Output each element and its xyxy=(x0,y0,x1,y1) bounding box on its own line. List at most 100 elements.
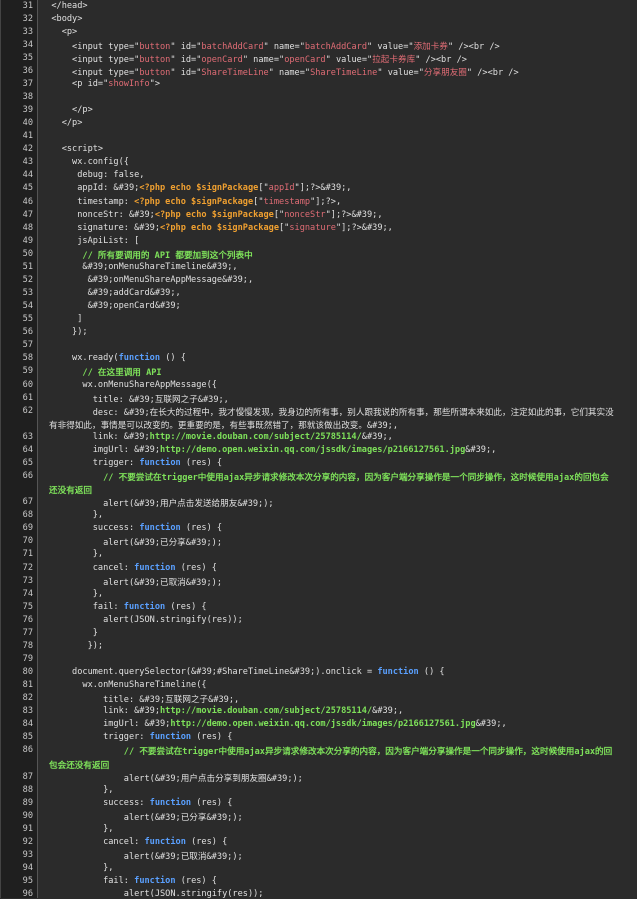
line-code: debug: false, xyxy=(41,170,145,181)
line-code: }, xyxy=(41,823,114,834)
line-code: &#39;onMenuShareTimeline&#39;, xyxy=(41,261,238,272)
line-code: 还没有返回 xyxy=(49,486,92,497)
line-number: 32 xyxy=(22,13,33,24)
line-code: // 所有要调用的 API 都要加到这个列表中 xyxy=(82,250,253,261)
line-number: 61 xyxy=(22,392,33,403)
line-number: 68 xyxy=(22,510,33,521)
line-number: 64 xyxy=(22,444,33,455)
line-number: 80 xyxy=(22,667,33,678)
line-code: &#39;openCard&#39; xyxy=(41,301,181,312)
line-number: 56 xyxy=(22,327,33,338)
line-number: 52 xyxy=(22,274,33,285)
line-number: 86 xyxy=(22,745,33,756)
line-number: 59 xyxy=(22,366,33,377)
line-number: 42 xyxy=(22,144,33,155)
line-number: 34 xyxy=(22,39,33,50)
line-code: jsApiList: [ xyxy=(41,235,140,246)
line-code: alert(&#39;已取消&#39;); xyxy=(41,852,243,863)
line-code: }, xyxy=(41,510,104,521)
line-number: 51 xyxy=(22,261,33,272)
line-code: <input type="button" id="batchAddCard" n… xyxy=(41,41,500,52)
line-code: 有非得如此，事情是可以改变的。更重要的是，有些事既然错了，那就该做出改变。&#3… xyxy=(49,420,399,431)
line-number: 83 xyxy=(22,706,33,717)
line-number: 48 xyxy=(22,222,33,233)
line-number: 76 xyxy=(22,614,33,625)
line-code: alert(&#39;用户点击分享到朋友圈&#39;); xyxy=(41,773,303,784)
line-number: 35 xyxy=(22,52,33,63)
line-number: 90 xyxy=(22,810,33,821)
line-code: wx.onMenuShareAppMessage({ xyxy=(41,379,217,390)
line-code: title: &#39;互联网之子&#39;, xyxy=(41,394,229,405)
line-code: }); xyxy=(41,327,88,338)
line-code: success: function (res) { xyxy=(41,797,233,808)
line-code: imgUrl: &#39;http://demo.open.weixin.qq.… xyxy=(41,719,507,730)
line-code: appId: &#39;<?php echo $signPackage["app… xyxy=(41,183,352,194)
line-code: 包会还没有返回 xyxy=(49,760,110,771)
line-number: 50 xyxy=(22,248,33,259)
line-code: desc: &#39;在长大的过程中，我才慢慢发现，我身边的所有事，别人跟我说的… xyxy=(41,407,614,418)
line-number: 37 xyxy=(22,78,33,89)
line-code: // 不要尝试在trigger中使用ajax异步请求修改本次分享的内容，因为客户… xyxy=(103,473,609,484)
line-code: imgUrl: &#39;http://demo.open.weixin.qq.… xyxy=(41,444,497,455)
line-code: <input type="button" id="ShareTimeLine" … xyxy=(41,67,519,78)
line-number: 84 xyxy=(22,719,33,730)
code-editor[interactable]: 31 </head> 32 <body> 33 <p> 34 <input type=… xyxy=(0,0,637,899)
line-number: 94 xyxy=(22,863,33,874)
line-code: }, xyxy=(41,784,114,795)
line-code: // 不要尝试在trigger中使用ajax异步请求修改本次分享的内容，因为客户… xyxy=(123,747,613,758)
line-code: // 在这里调用 API xyxy=(82,368,162,379)
line-code: fail: function (res) { xyxy=(41,601,207,612)
line-number: 78 xyxy=(22,640,33,651)
line-number: 55 xyxy=(22,314,33,325)
line-number: 38 xyxy=(22,91,33,102)
line-number: 65 xyxy=(22,457,33,468)
line-number: 60 xyxy=(22,379,33,390)
line-code: &#39;onMenuShareAppMessage&#39;, xyxy=(41,274,254,285)
line-number: 40 xyxy=(22,118,33,129)
line-number: 91 xyxy=(22,823,33,834)
line-code: <script> xyxy=(41,144,104,155)
line-number: 57 xyxy=(22,340,33,351)
line-number: 36 xyxy=(22,65,33,76)
line-code: link: &#39;http://movie.douban.com/subje… xyxy=(41,706,404,717)
line-number: 41 xyxy=(22,131,33,142)
line-number: 39 xyxy=(22,105,33,116)
line-code: trigger: function (res) { xyxy=(41,732,233,743)
line-code: timestamp: <?php echo $signPackage["time… xyxy=(41,196,342,207)
line-number: 72 xyxy=(22,562,33,573)
line-number: 71 xyxy=(22,549,33,560)
line-number: 93 xyxy=(22,850,33,861)
line-code: </head> xyxy=(41,0,88,11)
line-number: 70 xyxy=(22,536,33,547)
line-number: 75 xyxy=(22,601,33,612)
line-code: <input type="button" id="openCard" name=… xyxy=(41,54,467,65)
line-code: <p id="showInfo"> xyxy=(41,78,161,89)
line-number: 74 xyxy=(22,588,33,599)
line-code: wx.config({ xyxy=(41,157,129,168)
line-number: 43 xyxy=(22,157,33,168)
line-code: }, xyxy=(41,588,104,599)
line-number: 79 xyxy=(22,654,33,664)
line-number: 92 xyxy=(22,836,33,847)
line-number: 88 xyxy=(22,784,33,795)
line-code: }); xyxy=(41,640,104,651)
line-code: cancel: function (res) { xyxy=(41,836,228,847)
line-number: 85 xyxy=(22,732,33,743)
line-code: alert(&#39;已分享&#39;); xyxy=(41,538,222,549)
line-number: 73 xyxy=(22,575,33,586)
line-code: signature: &#39;<?php echo $signPackage[… xyxy=(41,222,393,233)
line-number: 63 xyxy=(22,431,33,442)
line-number: 81 xyxy=(22,680,33,691)
line-code: </p> xyxy=(41,105,93,116)
line-code: fail: function (res) { xyxy=(41,876,217,887)
line-number: 67 xyxy=(22,497,33,508)
line-code: link: &#39;http://movie.douban.com/subje… xyxy=(41,431,393,442)
line-number: 53 xyxy=(22,288,33,299)
line-number: 49 xyxy=(22,235,33,246)
line-code: } xyxy=(41,627,98,638)
line-code: ] xyxy=(41,314,83,325)
line-number: 69 xyxy=(22,523,33,534)
line-code: alert(&#39;已取消&#39;); xyxy=(41,577,222,588)
line-code: trigger: function (res) { xyxy=(41,457,223,468)
line-code: <body> xyxy=(41,13,83,24)
